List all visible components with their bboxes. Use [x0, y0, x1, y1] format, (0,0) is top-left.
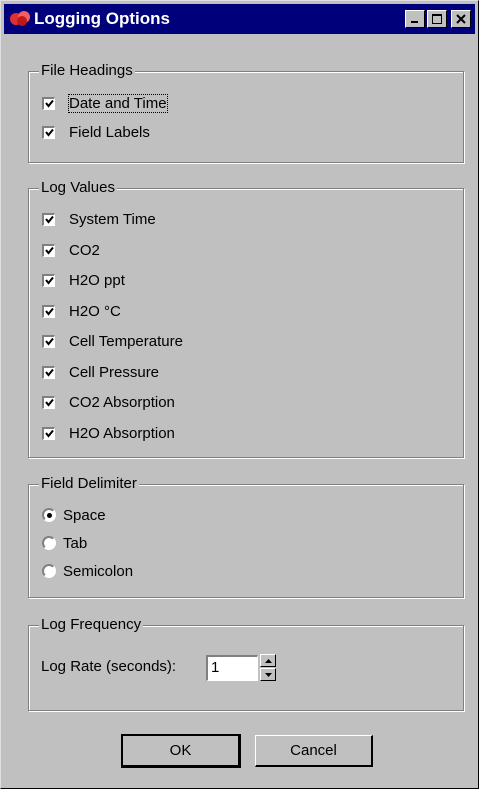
- checkbox-h2o-absorption[interactable]: H2O Absorption: [42, 422, 175, 444]
- check-icon: [44, 368, 54, 377]
- checkbox-label: CO2: [69, 241, 100, 259]
- radio-label: Space: [63, 506, 106, 524]
- checkbox-box[interactable]: [42, 125, 55, 139]
- checkbox-date-and-time[interactable]: Date and Time: [42, 92, 168, 114]
- checkbox-label: Date and Time: [68, 93, 168, 113]
- log-rate-label: Log Rate (seconds):: [41, 658, 177, 675]
- check-icon: [44, 215, 54, 224]
- check-icon: [44, 276, 54, 285]
- app-icon: [10, 11, 30, 26]
- field-delimiter-legend: Field Delimiter: [39, 475, 139, 493]
- checkbox-box[interactable]: [42, 243, 55, 257]
- field-delimiter-group: Field Delimiter Space Tab Semicolon: [28, 475, 464, 598]
- logging-options-window: Logging Options File Headings Date and T…: [0, 0, 479, 789]
- radio-button[interactable]: [42, 536, 56, 550]
- checkbox-box[interactable]: [42, 365, 55, 379]
- spin-up-button[interactable]: [260, 654, 276, 667]
- checkbox-box[interactable]: [42, 304, 55, 318]
- maximize-button[interactable]: [427, 10, 447, 28]
- checkbox-label: H2O Absorption: [69, 424, 175, 442]
- ok-button[interactable]: OK: [121, 734, 241, 768]
- window-title: Logging Options: [34, 9, 170, 28]
- checkbox-box[interactable]: [42, 273, 55, 287]
- checkbox-co2-absorption[interactable]: CO2 Absorption: [42, 391, 175, 413]
- cancel-button[interactable]: Cancel: [255, 735, 373, 767]
- checkbox-box[interactable]: [42, 212, 55, 226]
- radio-space[interactable]: Space: [42, 504, 106, 526]
- check-icon: [44, 99, 54, 108]
- minimize-button[interactable]: [405, 10, 425, 28]
- minimize-icon: [411, 21, 418, 23]
- radio-selected-dot: [46, 512, 52, 518]
- checkbox-label: Cell Temperature: [69, 332, 183, 350]
- radio-button[interactable]: [42, 564, 56, 578]
- checkbox-box[interactable]: [42, 395, 55, 409]
- log-frequency-legend: Log Frequency: [39, 616, 144, 634]
- checkbox-cell-temperature[interactable]: Cell Temperature: [42, 330, 183, 352]
- file-headings-group: File Headings Date and Time Field Labels: [28, 62, 464, 163]
- radio-label: Semicolon: [63, 562, 134, 580]
- maximize-icon: [432, 14, 442, 24]
- checkbox-box[interactable]: [42, 96, 55, 110]
- checkbox-system-time[interactable]: System Time: [42, 208, 156, 230]
- cancel-label: Cancel: [290, 742, 337, 759]
- checkbox-label: H2O °C: [69, 302, 121, 320]
- checkbox-h2o-c[interactable]: H2O °C: [42, 300, 121, 322]
- checkbox-label: System Time: [69, 210, 156, 228]
- log-values-legend: Log Values: [39, 179, 117, 197]
- log-rate-input[interactable]: 1: [206, 655, 258, 681]
- checkbox-co2[interactable]: CO2: [42, 239, 100, 261]
- close-icon: [456, 14, 466, 24]
- radio-semicolon[interactable]: Semicolon: [42, 560, 133, 582]
- checkbox-label: CO2 Absorption: [69, 393, 175, 411]
- checkbox-label: H2O ppt: [69, 271, 125, 289]
- checkbox-h2o-ppt[interactable]: H2O ppt: [42, 269, 125, 291]
- checkbox-label: Cell Pressure: [69, 363, 160, 381]
- log-values-group: Log Values System Time CO2 H2O ppt H2O °…: [28, 179, 464, 458]
- checkbox-box[interactable]: [42, 334, 55, 348]
- arrow-down-icon: [264, 672, 272, 677]
- checkbox-box[interactable]: [42, 426, 55, 440]
- check-icon: [44, 429, 54, 438]
- file-headings-legend: File Headings: [39, 62, 135, 80]
- check-icon: [44, 307, 54, 316]
- title-bar[interactable]: Logging Options: [4, 4, 475, 34]
- spin-down-button[interactable]: [260, 668, 276, 681]
- ok-label: OK: [169, 742, 192, 759]
- checkbox-field-labels[interactable]: Field Labels: [42, 121, 150, 143]
- radio-label: Tab: [63, 534, 88, 552]
- check-icon: [44, 128, 54, 137]
- check-icon: [44, 337, 54, 346]
- checkbox-cell-pressure[interactable]: Cell Pressure: [42, 361, 159, 383]
- radio-button[interactable]: [42, 508, 56, 522]
- check-icon: [44, 398, 54, 407]
- radio-tab[interactable]: Tab: [42, 532, 87, 554]
- check-icon: [44, 246, 54, 255]
- checkbox-label: Field Labels: [69, 123, 150, 141]
- arrow-up-icon: [264, 658, 272, 663]
- close-button[interactable]: [451, 10, 471, 28]
